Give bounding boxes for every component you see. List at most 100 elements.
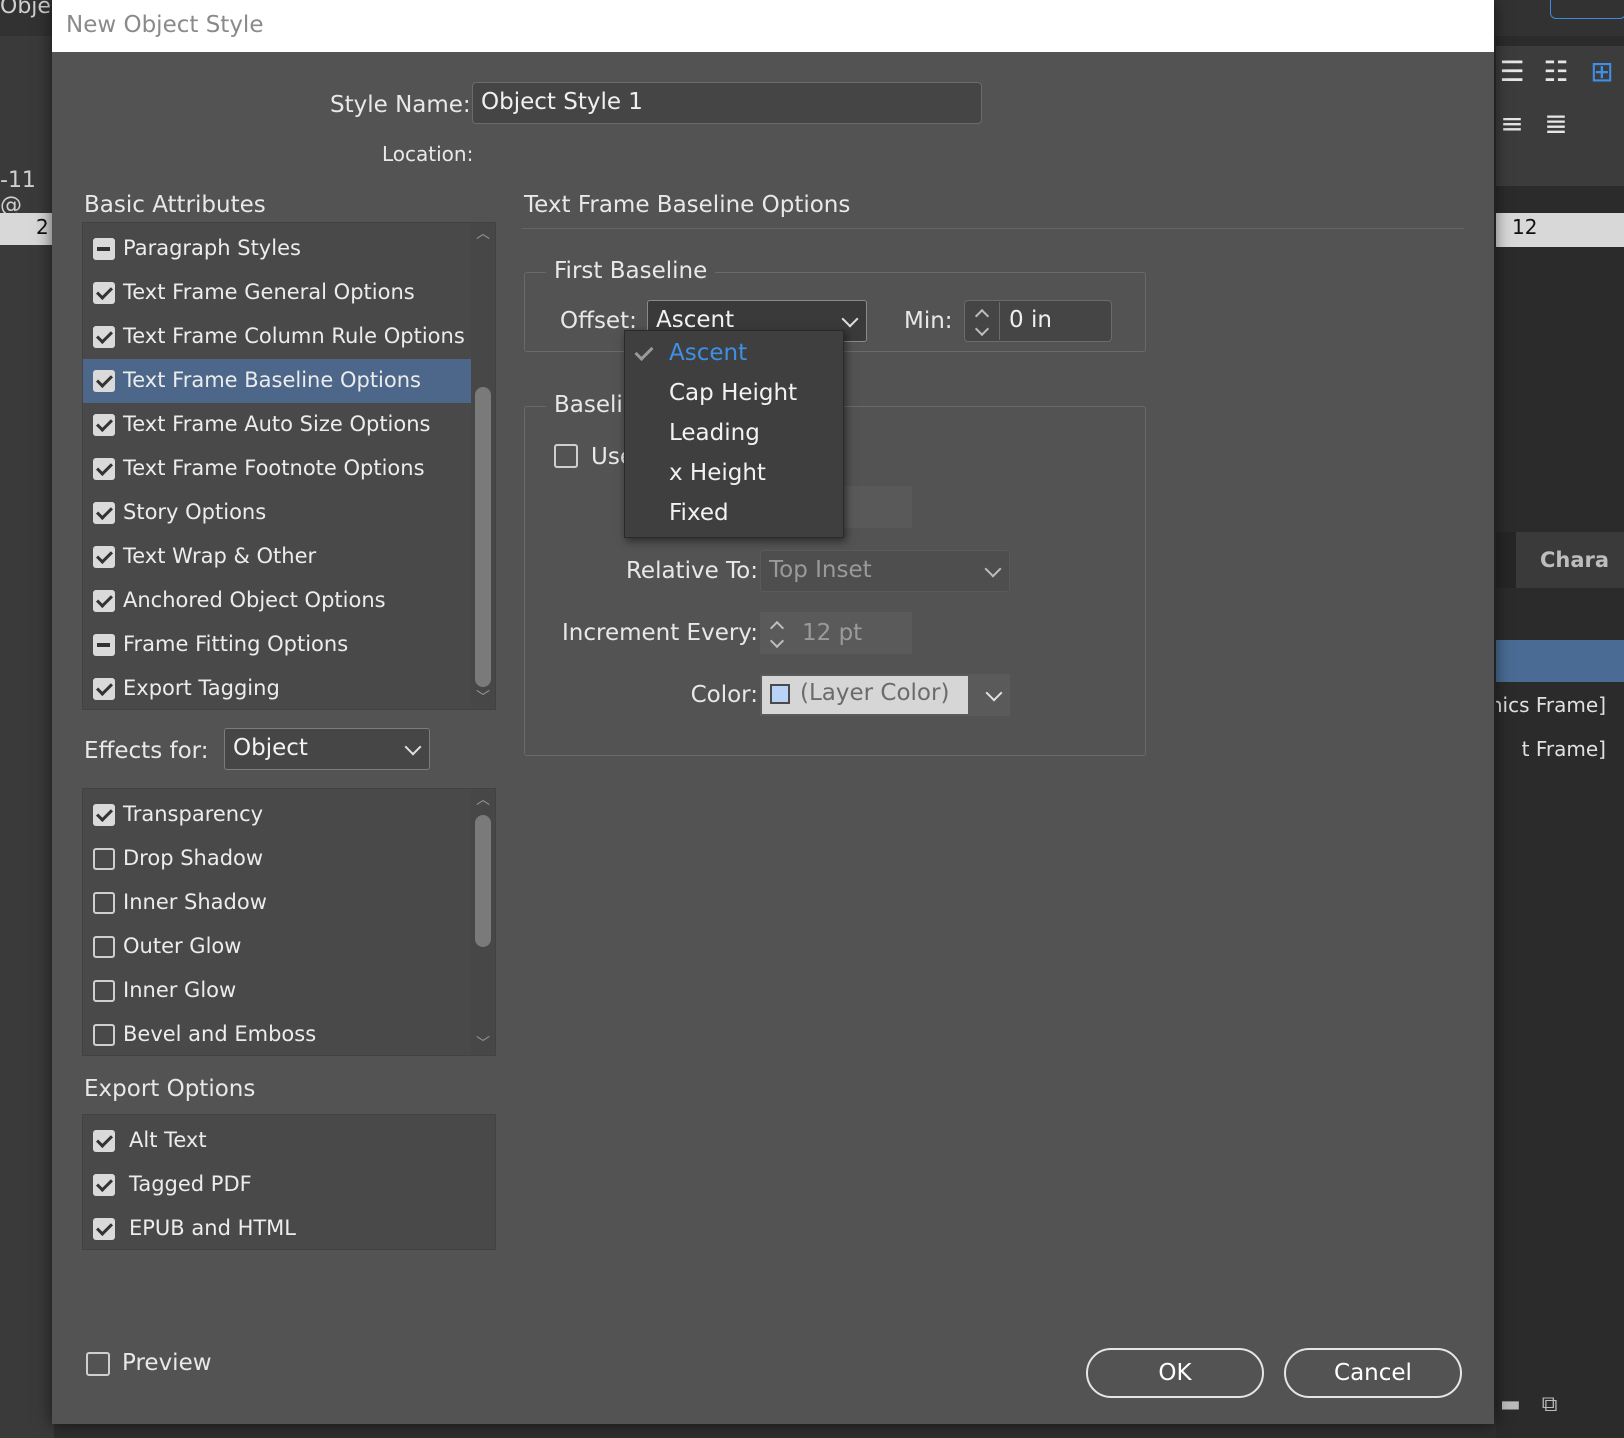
- duplicate-icon[interactable]: ⧉: [1542, 1392, 1558, 1417]
- offset-option-label: Fixed: [669, 500, 729, 526]
- paint-icon[interactable]: ≡: [1496, 108, 1528, 140]
- align-center-icon[interactable]: ☷: [1540, 56, 1572, 88]
- relative-to-select[interactable]: Top Inset: [760, 550, 1010, 592]
- list-item[interactable]: Text Frame Baseline Options: [83, 359, 471, 403]
- basic-attributes-scrollbar[interactable]: ︿ ﹀: [471, 223, 495, 709]
- panel-row[interactable]: phics Frame]: [1496, 684, 1624, 726]
- effects-target-value: Object: [233, 735, 308, 761]
- increment-every-label: Increment Every:: [561, 620, 758, 646]
- ruler-right: 12: [1496, 213, 1624, 247]
- list-item[interactable]: Transparency: [83, 793, 471, 837]
- offset-option[interactable]: Fixed: [625, 493, 843, 533]
- list-item-label: Text Frame Column Rule Options: [123, 324, 465, 348]
- increment-every-input[interactable]: 12 pt: [760, 612, 912, 654]
- list-item[interactable]: Frame Fitting Options: [83, 623, 471, 667]
- list-item-label: Text Frame Baseline Options: [123, 368, 421, 392]
- list-item-checkbox[interactable]: [93, 458, 115, 480]
- offset-option-label: x Height: [669, 460, 766, 486]
- search-field-fragment[interactable]: [1550, 0, 1624, 19]
- list-item[interactable]: Text Wrap & Other: [83, 535, 471, 579]
- list-item-checkbox[interactable]: [93, 370, 115, 392]
- list-item[interactable]: Paragraph Styles: [83, 227, 471, 271]
- list-item-label: Inner Glow: [123, 978, 237, 1002]
- list-item-checkbox[interactable]: [93, 238, 115, 260]
- preview-checkbox[interactable]: [86, 1352, 110, 1376]
- list-item-checkbox[interactable]: [93, 848, 115, 870]
- min-stepper[interactable]: [965, 302, 1000, 340]
- list-item[interactable]: Inner Shadow: [83, 881, 471, 925]
- scroll-up-icon[interactable]: ︿: [475, 793, 491, 807]
- list-item-checkbox[interactable]: [93, 804, 115, 826]
- stepper-down-icon[interactable]: [769, 633, 785, 649]
- list-item-checkbox[interactable]: [93, 282, 115, 304]
- first-baseline-title: First Baseline: [546, 258, 716, 284]
- list-item-checkbox[interactable]: [93, 326, 115, 348]
- list-item-label: Text Frame General Options: [123, 280, 415, 304]
- align-bottom-icon[interactable]: ≣: [1540, 108, 1572, 140]
- list-item-checkbox[interactable]: [93, 936, 115, 958]
- list-item[interactable]: Text Frame Column Rule Options: [83, 315, 471, 359]
- list-item-checkbox[interactable]: [93, 980, 115, 1002]
- color-select[interactable]: (Layer Color): [760, 674, 1010, 716]
- offset-option[interactable]: Leading: [625, 413, 843, 453]
- list-item[interactable]: Anchored Object Options: [83, 579, 471, 623]
- list-item[interactable]: Text Frame Footnote Options: [83, 447, 471, 491]
- checkmark-icon: [634, 341, 654, 362]
- offset-option[interactable]: Ascent: [625, 333, 843, 373]
- effects-target-select[interactable]: Object: [224, 728, 430, 770]
- list-item[interactable]: Export Tagging: [83, 667, 471, 711]
- offset-option-label: Leading: [669, 420, 760, 446]
- offset-option[interactable]: x Height: [625, 453, 843, 493]
- list-item-checkbox[interactable]: [93, 678, 115, 700]
- list-item-checkbox[interactable]: [93, 1024, 115, 1046]
- folder-icon[interactable]: ▬: [1500, 1392, 1521, 1417]
- style-name-input[interactable]: Object Style 1: [472, 82, 982, 124]
- list-item-checkbox[interactable]: [93, 414, 115, 436]
- use-custom-grid-checkbox[interactable]: [554, 444, 578, 468]
- list-item[interactable]: EPUB and HTML: [83, 1207, 471, 1251]
- panel-tab-character[interactable]: Chara: [1516, 532, 1624, 588]
- list-item-checkbox[interactable]: [93, 1130, 115, 1152]
- basic-attributes-title: Basic Attributes: [84, 192, 266, 218]
- scroll-down-icon[interactable]: ﹀: [475, 691, 491, 705]
- cancel-button[interactable]: Cancel: [1284, 1348, 1462, 1398]
- min-input[interactable]: 0 in: [964, 300, 1112, 342]
- list-item[interactable]: Alt Text: [83, 1119, 471, 1163]
- list-item[interactable]: Inner Glow: [83, 969, 471, 1013]
- list-item-checkbox[interactable]: [93, 1218, 115, 1240]
- effects-list: ︿ ﹀ Transparency Drop Shadow Inner Shadow O…: [82, 788, 496, 1056]
- list-item[interactable]: Tagged PDF: [83, 1163, 471, 1207]
- distribute-icon[interactable]: ⊞: [1586, 56, 1618, 88]
- list-item-checkbox[interactable]: [93, 502, 115, 524]
- list-item-checkbox[interactable]: [93, 590, 115, 612]
- list-item-label: Transparency: [123, 802, 264, 826]
- offset-dropdown-menu: Ascent Cap Height Leading x Height Fixed: [624, 330, 844, 538]
- ok-button[interactable]: OK: [1086, 1348, 1264, 1398]
- list-item-checkbox[interactable]: [93, 1174, 115, 1196]
- scroll-up-icon[interactable]: ︿: [475, 227, 491, 241]
- stepper-down-icon[interactable]: [974, 321, 990, 337]
- list-item[interactable]: Text Frame General Options: [83, 271, 471, 315]
- list-item-label: Alt Text: [129, 1128, 207, 1152]
- list-item[interactable]: Drop Shadow: [83, 837, 471, 881]
- list-item[interactable]: Bevel and Emboss: [83, 1013, 471, 1057]
- list-item[interactable]: Text Frame Auto Size Options: [83, 403, 471, 447]
- list-item-checkbox[interactable]: [93, 546, 115, 568]
- effects-scrollbar[interactable]: ︿ ﹀: [471, 789, 495, 1055]
- list-item[interactable]: Outer Glow: [83, 925, 471, 969]
- scroll-down-icon[interactable]: ﹀: [475, 1037, 491, 1051]
- offset-option[interactable]: Cap Height: [625, 373, 843, 413]
- ruler-left: 2: [0, 213, 54, 245]
- chevron-down-icon: [841, 310, 859, 328]
- align-left-icon[interactable]: ☰: [1496, 56, 1528, 88]
- panel-selected-row[interactable]: [1496, 640, 1624, 682]
- list-item[interactable]: Story Options: [83, 491, 471, 535]
- panel-row[interactable]: t Frame]: [1496, 728, 1624, 770]
- list-item-checkbox[interactable]: [93, 634, 115, 656]
- increment-stepper[interactable]: [760, 614, 794, 652]
- list-item-checkbox[interactable]: [93, 892, 115, 914]
- scrollbar-thumb[interactable]: [475, 387, 491, 687]
- scrollbar-thumb[interactable]: [475, 815, 491, 947]
- list-item-label: Story Options: [123, 500, 267, 524]
- list-item-label: Frame Fitting Options: [123, 632, 349, 656]
